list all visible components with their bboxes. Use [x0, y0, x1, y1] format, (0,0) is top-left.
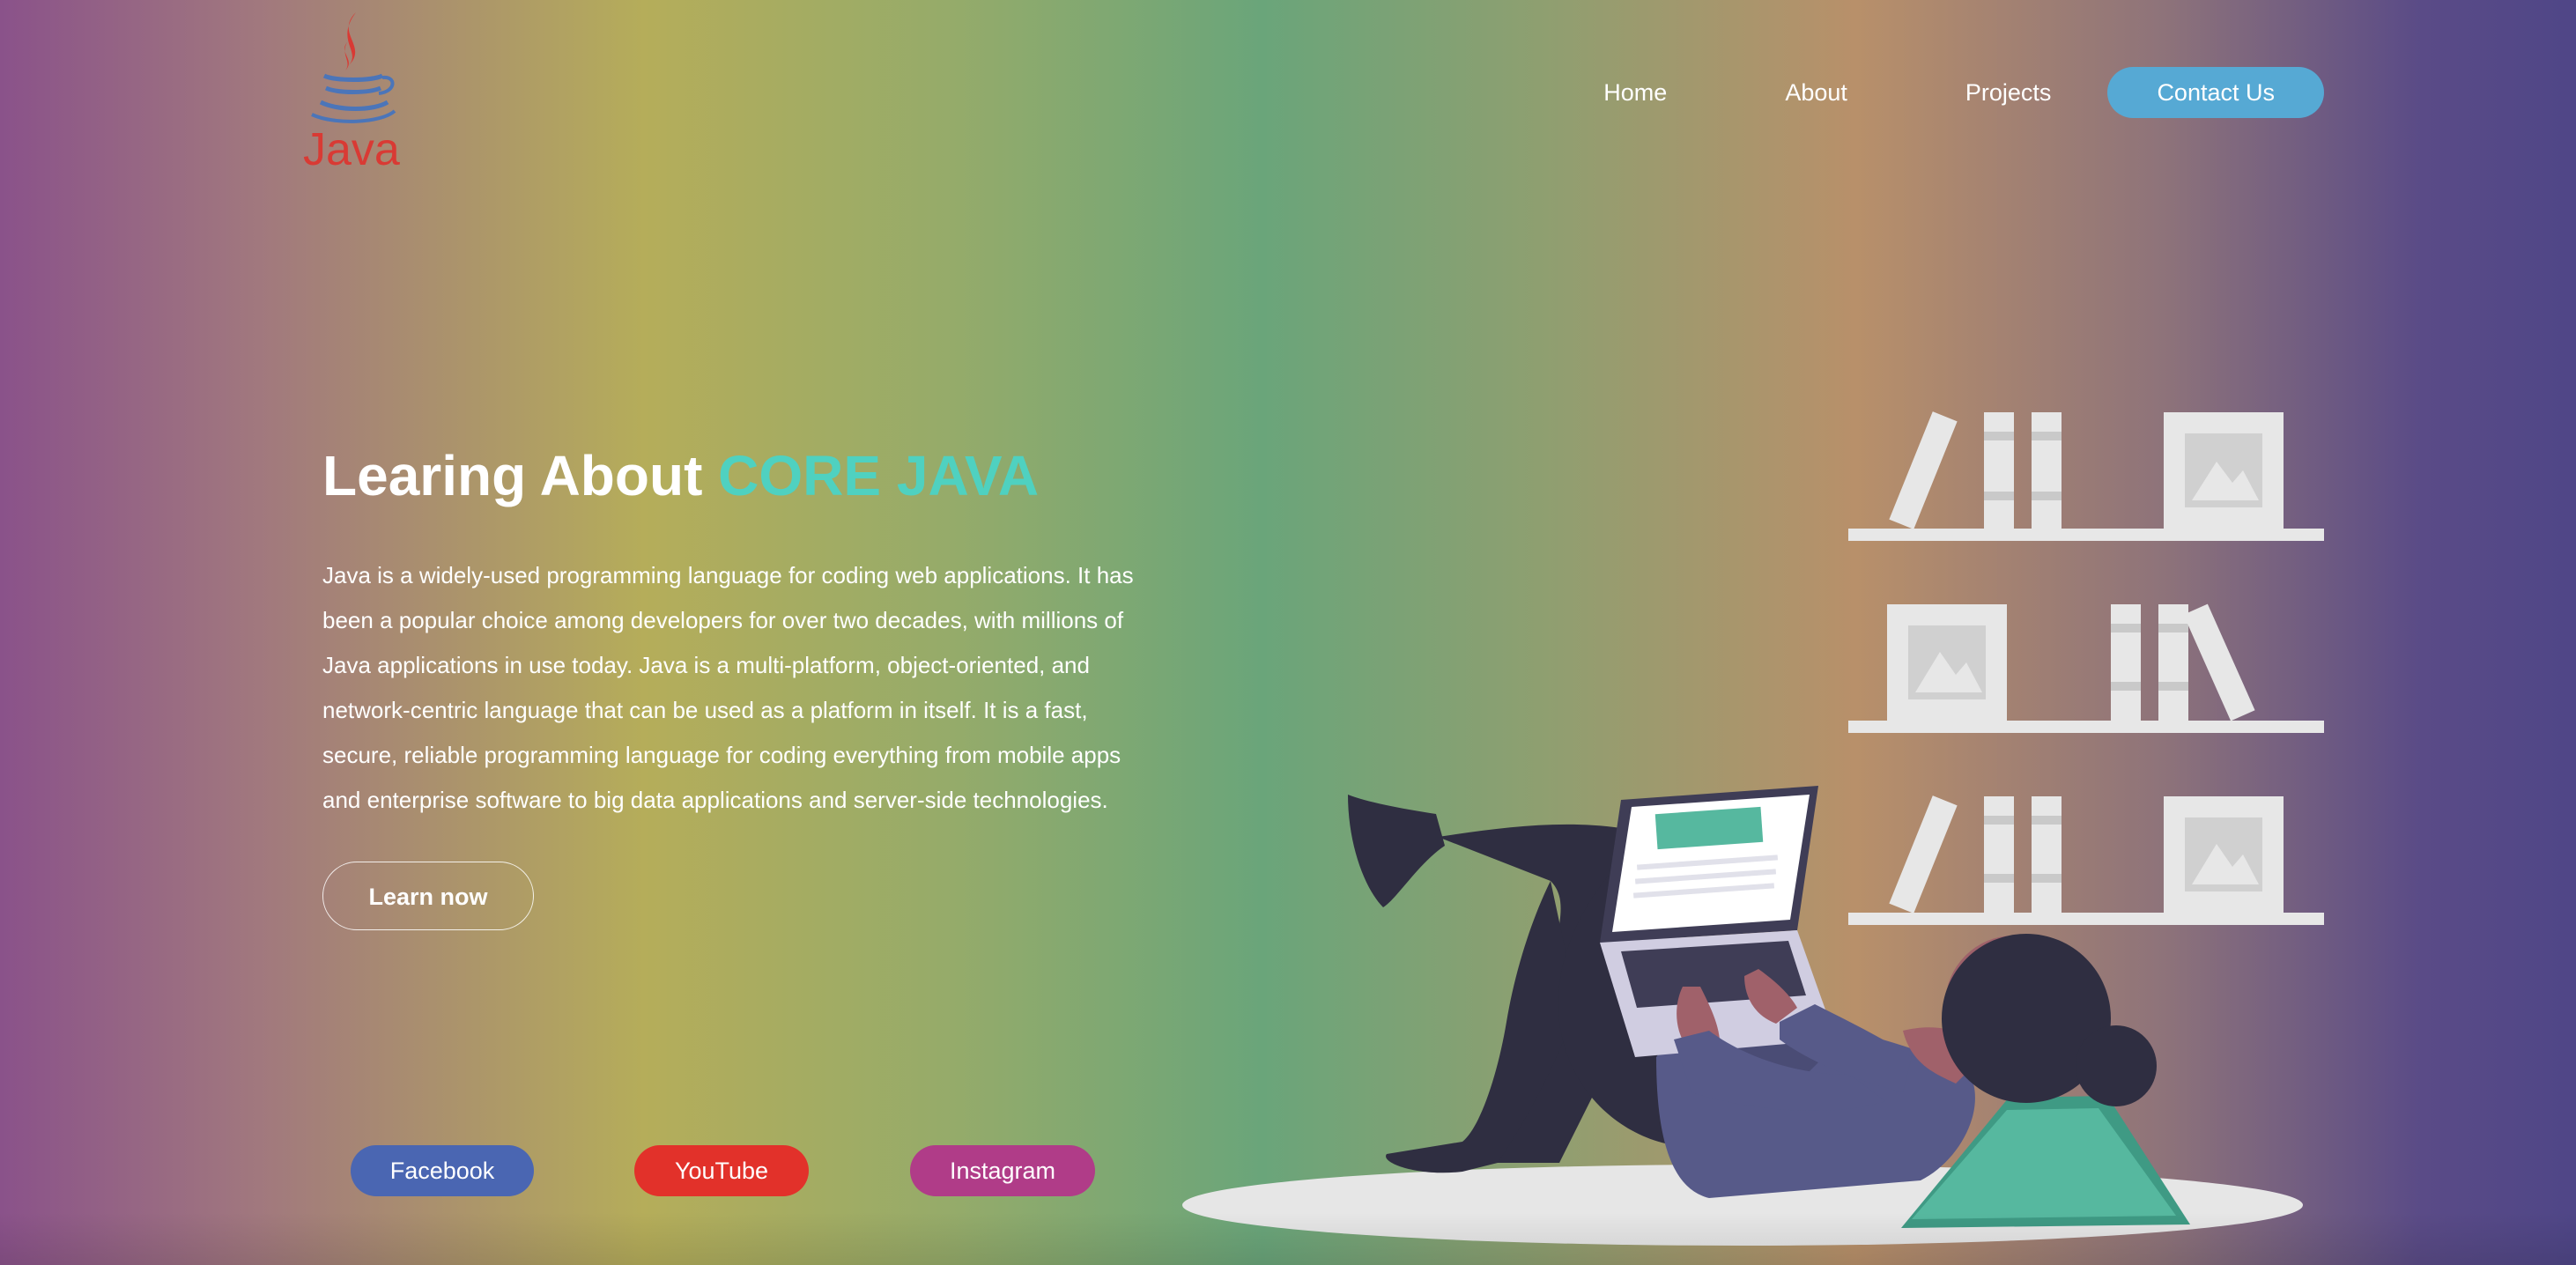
nav-projects[interactable]: Projects [1965, 79, 2052, 107]
hero-section: Learing About CORE JAVA Java is a widely… [322, 432, 1142, 930]
shelf-middle [1848, 603, 2324, 733]
social-links: Facebook YouTube Instagram [0, 1145, 1233, 1198]
shelf-top [1848, 411, 2324, 541]
hero-description: Java is a widely-used programming langua… [322, 562, 1134, 813]
hero-title: Learing About CORE JAVA [322, 432, 1142, 520]
person-reading-laptop-bookshelf-illustration [1182, 411, 2324, 1246]
shelf-bottom [1848, 795, 2324, 925]
main-nav: Home About Projects Contact Us [1603, 67, 2324, 118]
instagram-button[interactable]: Instagram [910, 1145, 1095, 1196]
nav-about[interactable]: About [1785, 79, 1847, 107]
contact-us-button[interactable]: Contact Us [2107, 67, 2324, 118]
hero-title-lead: Learing About [322, 444, 719, 507]
learn-now-button[interactable]: Learn now [322, 862, 534, 930]
hero-title-accent: CORE JAVA [718, 444, 1040, 507]
logo-wordmark: Java [303, 124, 400, 175]
youtube-button[interactable]: YouTube [634, 1145, 809, 1196]
nav-home[interactable]: Home [1603, 79, 1667, 107]
facebook-button[interactable]: Facebook [351, 1145, 534, 1196]
